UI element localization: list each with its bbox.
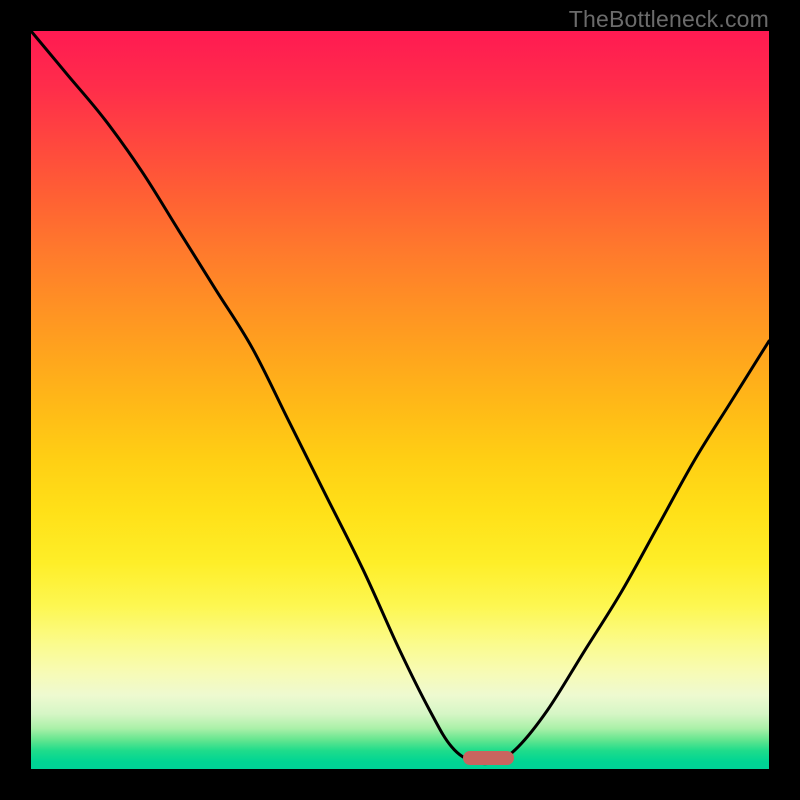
chart-frame: TheBottleneck.com (0, 0, 800, 800)
plot-area (31, 31, 769, 769)
bottleneck-marker (463, 751, 515, 765)
watermark: TheBottleneck.com (569, 6, 769, 33)
